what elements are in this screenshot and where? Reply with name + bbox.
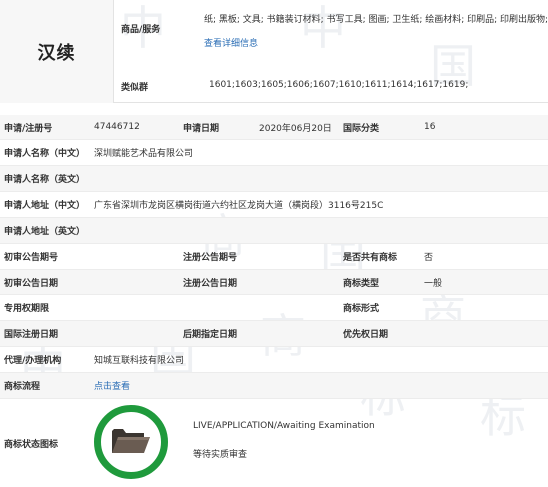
status-en-text: LIVE/APPLICATION/Awaiting Examination	[193, 421, 375, 431]
similar-group-value: 1601;1603;1605;1606;1607;1610;1611;1614;…	[209, 80, 469, 90]
tm-type-value: 一般	[424, 278, 443, 289]
address-cn-label: 申请人地址（中文）	[4, 201, 86, 211]
address-en-label: 申请人地址（英文）	[4, 227, 86, 237]
row-address-en: 申请人地址（英文）	[0, 218, 548, 244]
summary-section: 汉续 商品/服务 纸; 黑板; 文具; 书籍装订材料; 书写工具; 图画; 卫生…	[0, 0, 548, 103]
tm-form-label: 商标形式	[343, 304, 380, 314]
agent-label: 代理/办理机构	[4, 356, 62, 366]
applicant-cn-label: 申请人名称（中文）	[4, 149, 86, 159]
address-cn-value: 广东省深圳市龙岗区横岗街道六约社区龙岗大道（横岗段）3116号215C	[94, 201, 384, 211]
shared-label: 是否共有商标	[343, 253, 398, 263]
row-status: 商标状态图标 LIVE/APPLICATION/Awaiting Examina…	[0, 399, 548, 487]
status-cn-text: 等待实质审查	[193, 450, 248, 460]
trademark-logo-text: 汉续	[37, 42, 76, 64]
row-dates: 初审公告日期 注册公告日期 商标类型 一般	[0, 270, 548, 295]
row-agent: 代理/办理机构 知城互联科技有限公司	[0, 347, 548, 373]
view-details-link[interactable]: 查看详细信息	[204, 36, 258, 49]
app-date-value: 2020年06月20日	[259, 123, 332, 134]
agent-value: 知城互联科技有限公司	[94, 356, 185, 366]
goods-value: 纸; 黑板; 文具; 书籍装订材料; 书写工具; 图画; 卫生纸; 绘画材料; …	[204, 15, 548, 25]
intl-class-label: 国际分类	[343, 123, 380, 134]
priority-date-label: 优先权日期	[343, 330, 389, 340]
row-address-cn: 申请人地址（中文） 广东省深圳市龙岗区横岗街道六约社区龙岗大道（横岗段）3116…	[0, 192, 548, 218]
prelim-date-label: 初审公告日期	[4, 278, 59, 289]
reg-number-value: 47446712	[94, 122, 140, 132]
tm-type-label: 商标类型	[343, 278, 380, 289]
row-applicant-en: 申请人名称（英文）	[0, 166, 548, 192]
shared-value: 否	[424, 253, 434, 263]
row-registration: 申请/注册号 47446712 申请日期 2020年06月20日 国际分类 16	[0, 115, 548, 140]
reg-number-label: 申请/注册号	[4, 123, 53, 134]
reg-issue-label: 注册公告期号	[183, 253, 238, 263]
row-exclusive: 专用权期限 商标形式	[0, 295, 548, 321]
intl-class-value: 16	[424, 122, 436, 132]
goods-label: 商品/服务	[121, 25, 161, 35]
reg-date-label: 注册公告日期	[183, 278, 238, 289]
row-process: 商标流程 点击查看	[0, 373, 548, 399]
applicant-en-label: 申请人名称（英文）	[4, 175, 86, 185]
process-label: 商标流程	[4, 382, 41, 392]
later-date-label: 后期指定日期	[183, 330, 238, 340]
applicant-cn-value: 深圳赋能艺术品有限公司	[94, 149, 194, 159]
intl-reg-date-label: 国际注册日期	[4, 330, 59, 340]
folder-open-icon	[110, 425, 152, 460]
row-issues: 初审公告期号 注册公告期号 是否共有商标 否	[0, 244, 548, 270]
app-date-label: 申请日期	[183, 123, 220, 134]
status-ring	[94, 405, 168, 479]
similar-group-label: 类似群	[121, 83, 149, 93]
trademark-logo: 汉续	[0, 0, 114, 103]
row-intl-dates: 国际注册日期 后期指定日期 优先权日期	[0, 321, 548, 347]
row-applicant-cn: 申请人名称（中文） 深圳赋能艺术品有限公司	[0, 140, 548, 166]
exclusive-label: 专用权期限	[4, 304, 50, 314]
status-label: 商标状态图标	[4, 439, 59, 450]
process-link[interactable]: 点击查看	[94, 379, 130, 392]
prelim-issue-label: 初审公告期号	[4, 253, 59, 263]
